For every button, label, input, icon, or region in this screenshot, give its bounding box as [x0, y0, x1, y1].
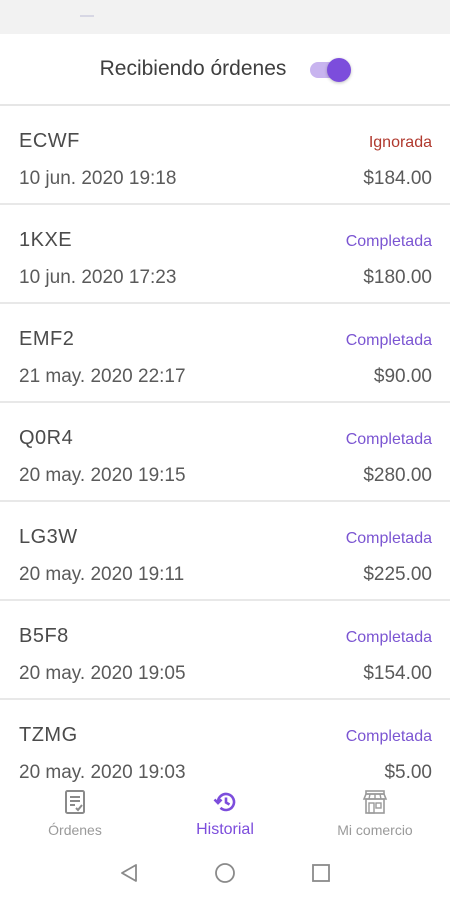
- order-code: B5F8: [19, 625, 69, 647]
- status-badge: Completada: [345, 431, 432, 448]
- order-date: 21 may. 2020 22:17: [19, 366, 186, 387]
- nav-item-ordenes[interactable]: Órdenes: [0, 782, 150, 840]
- status-badge: Completada: [345, 629, 432, 646]
- status-bar: [0, 0, 450, 34]
- order-code: EMF2: [19, 328, 75, 350]
- nav-item-mi-comercio[interactable]: Mi comercio: [300, 782, 450, 840]
- order-amount: $180.00: [363, 267, 432, 288]
- header: Recibiendo órdenes: [0, 34, 450, 106]
- nav-label: Historial: [196, 821, 254, 838]
- order-code: TZMG: [19, 724, 78, 746]
- order-date: 10 jun. 2020 17:23: [19, 267, 177, 288]
- order-code: LG3W: [19, 526, 78, 548]
- status-badge: Completada: [345, 530, 432, 547]
- page-title: Recibiendo órdenes: [99, 57, 287, 80]
- order-date: 20 may. 2020 19:05: [19, 663, 186, 684]
- home-icon[interactable]: [214, 862, 236, 884]
- history-icon: [213, 792, 236, 812]
- bottom-navigation: Órdenes Historial Mi comercio: [0, 782, 450, 840]
- order-date: 10 jun. 2020 19:18: [19, 168, 177, 189]
- order-amount: $280.00: [363, 465, 432, 486]
- list-item[interactable]: 1KXE 10 jun. 2020 17:23 Completada $180.…: [0, 205, 450, 304]
- order-date: 20 may. 2020 19:03: [19, 762, 186, 782]
- order-amount: $5.00: [384, 762, 432, 782]
- nav-label: Mi comercio: [337, 822, 413, 838]
- list-item[interactable]: Q0R4 20 may. 2020 19:15 Completada $280.…: [0, 403, 450, 502]
- list-item[interactable]: B5F8 20 may. 2020 19:05 Completada $154.…: [0, 601, 450, 700]
- status-badge: Completada: [345, 332, 432, 349]
- nav-label: Órdenes: [48, 822, 102, 838]
- status-badge: Completada: [345, 728, 432, 745]
- order-code: 1KXE: [19, 229, 73, 251]
- order-amount: $184.00: [363, 168, 432, 189]
- system-navigation-bar: [0, 840, 450, 900]
- recents-icon[interactable]: [310, 862, 332, 884]
- status-indicator: [80, 15, 94, 17]
- order-amount: $154.00: [363, 663, 432, 684]
- toggle-thumb: [327, 58, 352, 82]
- order-code: ECWF: [19, 130, 80, 152]
- back-icon[interactable]: [118, 862, 140, 884]
- receipt-icon: [65, 790, 85, 814]
- list-item[interactable]: TZMG 20 may. 2020 19:03 Completada $5.00: [0, 700, 450, 782]
- list-item[interactable]: LG3W 20 may. 2020 19:11 Completada $225.…: [0, 502, 450, 601]
- store-icon: [362, 790, 388, 814]
- nav-item-historial[interactable]: Historial: [150, 782, 300, 840]
- order-history-list[interactable]: ECWF 10 jun. 2020 19:18 Ignorada $184.00…: [0, 106, 450, 782]
- order-date: 20 may. 2020 19:15: [19, 465, 186, 486]
- order-amount: $90.00: [373, 366, 432, 387]
- order-code: Q0R4: [19, 427, 74, 449]
- list-item[interactable]: ECWF 10 jun. 2020 19:18 Ignorada $184.00: [0, 106, 450, 205]
- status-badge: Ignorada: [368, 134, 432, 151]
- order-date: 20 may. 2020 19:11: [19, 564, 185, 585]
- status-badge: Completada: [345, 233, 432, 250]
- order-amount: $225.00: [363, 564, 432, 585]
- list-item[interactable]: EMF2 21 may. 2020 22:17 Completada $90.0…: [0, 304, 450, 403]
- receiving-orders-toggle[interactable]: [310, 58, 352, 82]
